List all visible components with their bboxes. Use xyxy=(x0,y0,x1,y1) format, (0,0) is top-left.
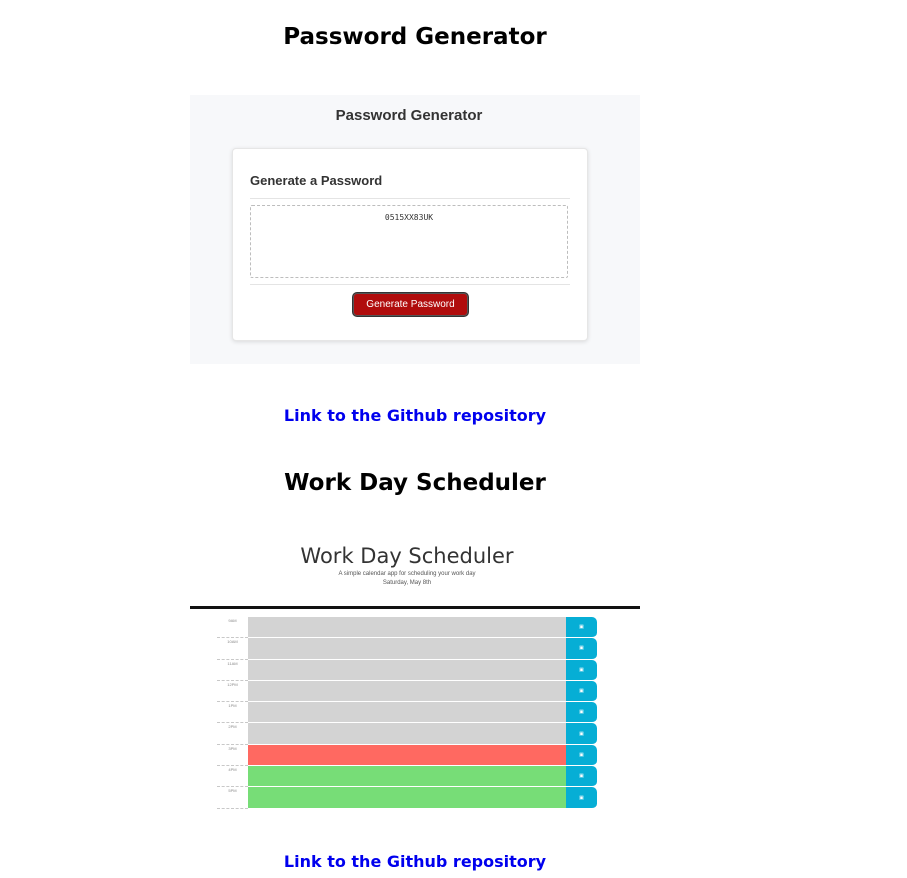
pg-divider xyxy=(250,198,570,199)
save-button[interactable]: ▣ xyxy=(566,638,597,660)
work-day-scheduler-screenshot: Work Day Scheduler A simple calendar app… xyxy=(190,540,640,810)
save-button[interactable]: ▣ xyxy=(566,659,597,681)
time-block-textarea[interactable] xyxy=(248,787,566,809)
time-block-row: 4PM ▣ xyxy=(217,766,598,788)
save-icon: ▣ xyxy=(579,794,584,801)
time-block-hour: 1PM xyxy=(217,702,248,724)
wd-header-divider xyxy=(190,606,640,609)
time-block-hour: 9AM xyxy=(217,617,248,639)
password-repo-link[interactable]: Link to the Github repository xyxy=(0,406,830,425)
time-block-hour: 10AM xyxy=(217,638,248,660)
generate-password-button[interactable]: Generate Password xyxy=(352,292,469,317)
scheduler-repo-link[interactable]: Link to the Github repository xyxy=(0,852,830,871)
scheduler-section-title: Work Day Scheduler xyxy=(284,470,546,496)
time-block-hour: 3PM xyxy=(217,745,248,767)
save-button[interactable]: ▣ xyxy=(566,766,597,788)
pg-card: Generate a Password 0515XX83UK Generate … xyxy=(232,148,588,341)
save-button[interactable]: ▣ xyxy=(566,680,597,703)
save-button[interactable]: ▣ xyxy=(566,787,597,809)
time-block-textarea[interactable] xyxy=(248,617,566,639)
wd-app-subtitle: A simple calendar app for scheduling you… xyxy=(338,571,476,577)
time-block-textarea[interactable] xyxy=(248,766,566,788)
save-icon: ▣ xyxy=(579,773,584,780)
time-block-hour: 12PM xyxy=(217,681,248,703)
time-block-textarea[interactable] xyxy=(248,680,566,703)
save-icon: ▣ xyxy=(579,709,584,716)
pg-card-title: Generate a Password xyxy=(250,173,383,188)
time-block-row: 10AM ▣ xyxy=(217,638,598,660)
save-icon: ▣ xyxy=(579,624,584,631)
wd-current-date: Saturday, May 8th xyxy=(382,580,432,586)
time-block-row: 12PM ▣ xyxy=(217,680,598,703)
time-block-textarea[interactable] xyxy=(248,723,566,745)
pg-divider xyxy=(250,284,570,285)
time-block-row: 5PM ▣ xyxy=(217,787,598,809)
save-button[interactable]: ▣ xyxy=(566,702,597,724)
time-block-row: 2PM ▣ xyxy=(217,723,598,745)
save-button[interactable]: ▣ xyxy=(566,723,597,745)
time-block-textarea[interactable] xyxy=(248,744,566,767)
time-block-row: 3PM ▣ xyxy=(217,744,598,767)
time-block-textarea[interactable] xyxy=(248,638,566,660)
wd-time-blocks: 9AM ▣ 10AM ▣ 11AM ▣ 12PM ▣ 1PM ▣ 2PM ▣ 3PM ▣ 4PM ▣ 5PM ▣ xyxy=(217,617,598,809)
save-button[interactable]: ▣ xyxy=(566,617,597,639)
time-block-row: 1PM ▣ xyxy=(217,702,598,724)
save-button[interactable]: ▣ xyxy=(566,744,597,767)
password-output: 0515XX83UK xyxy=(250,205,568,278)
save-icon: ▣ xyxy=(579,751,584,758)
save-icon: ▣ xyxy=(579,688,584,695)
time-block-hour: 2PM xyxy=(217,723,248,745)
time-block-row: 11AM ▣ xyxy=(217,659,598,681)
pg-app-header: Password Generator xyxy=(335,107,483,124)
wd-app-title: Work Day Scheduler xyxy=(300,544,514,568)
time-block-row: 9AM ▣ xyxy=(217,617,598,639)
time-block-textarea[interactable] xyxy=(248,702,566,724)
save-icon: ▣ xyxy=(579,666,584,673)
save-icon: ▣ xyxy=(579,730,584,737)
password-generator-screenshot: Password Generator Generate a Password 0… xyxy=(190,95,640,364)
time-block-textarea[interactable] xyxy=(248,659,566,681)
save-icon: ▣ xyxy=(579,645,584,652)
time-block-hour: 4PM xyxy=(217,766,248,788)
time-block-hour: 11AM xyxy=(217,660,248,681)
password-section-title: Password Generator xyxy=(283,24,547,50)
time-block-hour: 5PM xyxy=(217,787,248,809)
